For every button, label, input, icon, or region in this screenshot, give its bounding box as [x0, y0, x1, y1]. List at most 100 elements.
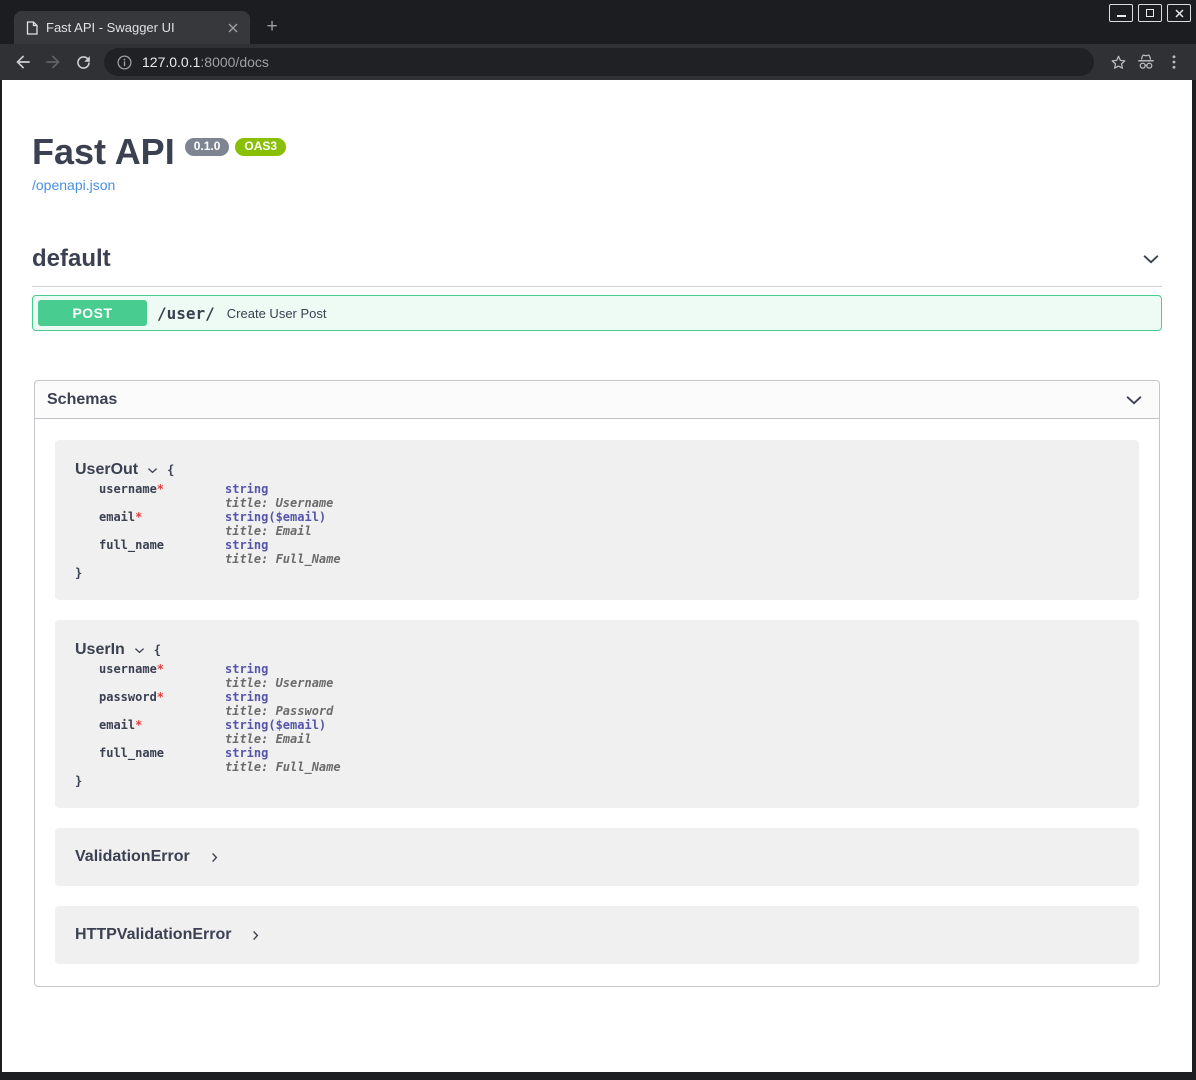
model-userin-toggle[interactable]: UserIn { [75, 640, 1119, 660]
model-userin: UserIn { username* stringtitle: Username… [55, 620, 1139, 808]
profile-button[interactable] [1132, 48, 1160, 76]
chevron-down-icon[interactable] [1140, 248, 1162, 270]
back-arrow-icon [13, 52, 33, 72]
browser-window: Fast API - Swagger UI + 127.0.0.1:8000/d… [0, 0, 1196, 1080]
close-brace: } [75, 566, 1119, 580]
close-button[interactable] [1167, 4, 1191, 22]
site-info-icon[interactable] [116, 54, 133, 71]
required-star: * [135, 510, 142, 524]
new-tab-button[interactable]: + [260, 15, 284, 39]
property-title: title: Username [225, 496, 333, 510]
tag-section-default: default POST /user/ Create User Post [32, 245, 1162, 331]
open-brace: { [154, 643, 161, 657]
window-controls [1109, 4, 1191, 22]
property-row: username* stringtitle: Username [75, 662, 1119, 690]
model-userout: UserOut { username* stringtitle: Usernam… [55, 440, 1139, 600]
property-name: password [99, 690, 157, 704]
kebab-menu-icon [1165, 53, 1183, 71]
schemas-section: Schemas UserOut { username* stringtitle:… [34, 380, 1160, 987]
forward-button[interactable] [38, 47, 68, 77]
property-type: string($email) [225, 718, 326, 732]
page-title: Fast API [32, 132, 175, 172]
model-httpvalidationerror[interactable]: HTTPValidationError [55, 906, 1139, 964]
property-name: full_name [99, 538, 164, 552]
chevron-right-icon [208, 851, 221, 864]
maximize-button[interactable] [1138, 4, 1162, 22]
schemas-header[interactable]: Schemas [35, 381, 1159, 419]
property-title: title: Email [225, 732, 312, 746]
chevron-down-icon [146, 464, 159, 477]
property-type: string [225, 662, 268, 676]
property-name: email [99, 718, 135, 732]
plus-icon: + [266, 16, 277, 38]
tag-header-default[interactable]: default [32, 245, 1162, 287]
incognito-icon [1136, 53, 1156, 71]
tab-strip: Fast API - Swagger UI + [0, 0, 1196, 44]
forward-arrow-icon [43, 52, 63, 72]
reload-button[interactable] [68, 47, 98, 77]
property-type: string [225, 746, 268, 760]
reload-icon [74, 53, 93, 72]
property-row: full_name stringtitle: Full_Name [75, 538, 1119, 566]
browser-menu-button[interactable] [1160, 48, 1188, 76]
chevron-down-icon[interactable] [1123, 389, 1145, 411]
required-star: * [157, 690, 164, 704]
oas3-badge: OAS3 [235, 138, 286, 156]
bookmark-button[interactable] [1104, 48, 1132, 76]
openapi-json-link[interactable]: /openapi.json [32, 177, 115, 193]
close-icon [1175, 9, 1184, 18]
property-name: username [99, 662, 157, 676]
version-badge: 0.1.0 [185, 138, 230, 156]
property-name: username [99, 482, 157, 496]
model-userout-toggle[interactable]: UserOut { [75, 460, 1119, 480]
required-star: * [157, 482, 164, 496]
property-row: email* string($email)title: Email [75, 510, 1119, 538]
property-title: title: Username [225, 676, 333, 690]
model-name: UserIn [75, 640, 125, 660]
endpoint-path: /user/ [157, 304, 215, 323]
browser-toolbar: 127.0.0.1:8000/docs [0, 44, 1196, 80]
browser-tab[interactable]: Fast API - Swagger UI [14, 11, 250, 44]
property-title: title: Full_Name [225, 760, 341, 774]
property-title: title: Password [225, 704, 333, 718]
property-type: string [225, 690, 268, 704]
model-validationerror[interactable]: ValidationError [55, 828, 1139, 886]
minimize-icon [1117, 15, 1126, 17]
star-icon [1109, 53, 1128, 72]
endpoint-summary: Create User Post [227, 306, 327, 321]
minimize-button[interactable] [1109, 4, 1133, 22]
tab-close-icon[interactable] [224, 19, 242, 37]
property-row: full_name stringtitle: Full_Name [75, 746, 1119, 774]
api-info: Fast API 0.1.0 OAS3 /openapi.json [2, 80, 1192, 195]
back-button[interactable] [8, 47, 38, 77]
property-type: string [225, 538, 268, 552]
url-text: 127.0.0.1:8000/docs [142, 54, 269, 70]
property-type: string($email) [225, 510, 326, 524]
property-row: username* stringtitle: Username [75, 482, 1119, 510]
maximize-icon [1146, 9, 1154, 17]
property-row: password* stringtitle: Password [75, 690, 1119, 718]
url-path: :8000/docs [200, 54, 269, 70]
property-name: full_name [99, 746, 164, 760]
page-file-icon [26, 21, 38, 35]
url-host: 127.0.0.1 [142, 54, 200, 70]
property-row: email* string($email)title: Email [75, 718, 1119, 746]
tab-title: Fast API - Swagger UI [46, 20, 216, 35]
property-name: email [99, 510, 135, 524]
open-brace: { [167, 463, 174, 477]
property-title: title: Full_Name [225, 552, 341, 566]
model-name: UserOut [75, 460, 138, 480]
property-title: title: Email [225, 524, 312, 538]
http-method-badge: POST [38, 300, 147, 326]
models-list: UserOut { username* stringtitle: Usernam… [35, 419, 1159, 986]
address-bar[interactable]: 127.0.0.1:8000/docs [104, 48, 1094, 76]
required-star: * [135, 718, 142, 732]
badges: 0.1.0 OAS3 [185, 138, 286, 156]
close-brace: } [75, 774, 1119, 788]
endpoint-post-user[interactable]: POST /user/ Create User Post [32, 295, 1162, 331]
chevron-right-icon [249, 929, 262, 942]
required-star: * [157, 662, 164, 676]
chevron-down-icon [133, 644, 146, 657]
swagger-page: Fast API 0.1.0 OAS3 /openapi.json defaul… [2, 80, 1192, 1072]
model-name: ValidationError [75, 847, 190, 867]
